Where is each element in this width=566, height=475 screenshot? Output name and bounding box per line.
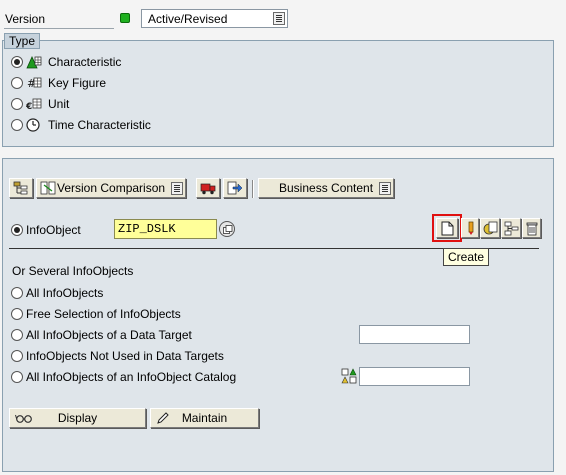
- pencil-icon: [466, 221, 476, 239]
- radio-not-used[interactable]: [11, 350, 23, 362]
- radio-catalog[interactable]: [11, 371, 23, 383]
- hierarchy-button[interactable]: [9, 178, 33, 198]
- radio-free-selection[interactable]: [11, 308, 23, 320]
- type-option-key-figure[interactable]: # Key Figure: [11, 75, 211, 91]
- characteristic-icon: [26, 55, 42, 69]
- svg-text:€: €: [26, 102, 32, 111]
- radio-time-characteristic[interactable]: [11, 119, 23, 131]
- data-target-input[interactable]: [359, 325, 470, 344]
- hierarchy-icon: [13, 181, 29, 198]
- business-content-button[interactable]: Business Content: [258, 178, 394, 198]
- option-label: All InfoObjects of an InfoObject Catalog: [26, 370, 237, 384]
- catalog-input[interactable]: [359, 367, 470, 386]
- copy-icon: [483, 221, 498, 239]
- type-option-unit[interactable]: € Unit: [11, 96, 211, 112]
- copy-button[interactable]: [480, 218, 500, 238]
- version-underline: [4, 28, 114, 29]
- version-comparison-icon: [40, 181, 56, 198]
- display-button-label: Display: [57, 411, 98, 425]
- dropdown-list-icon[interactable]: [171, 182, 183, 195]
- option-all-infoobjects[interactable]: All InfoObjects: [11, 285, 311, 301]
- version-comparison-button[interactable]: Version Comparison: [36, 178, 186, 198]
- version-dropdown[interactable]: Active/Revised: [141, 9, 288, 28]
- where-used-button[interactable]: [501, 218, 521, 238]
- create-button-highlight: [432, 214, 462, 242]
- type-option-label: Unit: [48, 97, 70, 111]
- version-label: Version: [5, 12, 46, 26]
- status-indicator-icon: [120, 13, 130, 23]
- maintain-button-label: Maintain: [181, 411, 228, 425]
- transport-button[interactable]: [196, 178, 220, 198]
- type-option-time-characteristic[interactable]: Time Characteristic: [11, 117, 211, 133]
- toolbar-separator: [252, 180, 254, 198]
- radio-infoobject[interactable]: [11, 224, 23, 236]
- option-label: Free Selection of InfoObjects: [26, 307, 181, 321]
- type-group-title: Type: [4, 33, 41, 49]
- infoobject-input[interactable]: ZIP_DSLK: [114, 219, 217, 239]
- type-option-characteristic[interactable]: Characteristic: [11, 54, 211, 70]
- change-button[interactable]: [461, 218, 479, 238]
- value-help-button[interactable]: [219, 221, 235, 237]
- option-free-selection[interactable]: Free Selection of InfoObjects: [11, 306, 311, 322]
- version-comparison-label: Version Comparison: [57, 181, 166, 195]
- infoobject-label: InfoObject: [26, 223, 81, 237]
- trash-icon: [526, 221, 538, 239]
- radio-all-infoobjects[interactable]: [11, 287, 23, 299]
- catalog-icon: [341, 368, 357, 387]
- option-label: All InfoObjects of a Data Target: [26, 328, 192, 342]
- dropdown-list-icon[interactable]: [273, 12, 285, 25]
- maintain-button[interactable]: Maintain: [150, 408, 259, 428]
- dropdown-list-icon[interactable]: [379, 182, 391, 195]
- option-catalog[interactable]: All InfoObjects of an InfoObject Catalog: [11, 369, 311, 385]
- option-label: InfoObjects Not Used in Data Targets: [26, 349, 224, 363]
- version-dropdown-value: Active/Revised: [148, 12, 228, 26]
- option-not-used[interactable]: InfoObjects Not Used in Data Targets: [11, 348, 311, 364]
- value-help-icon: [223, 224, 233, 238]
- infoobject-option[interactable]: InfoObject: [11, 222, 111, 238]
- truck-icon: [200, 181, 216, 198]
- type-option-label: Characteristic: [48, 55, 122, 69]
- where-used-icon: [504, 221, 519, 239]
- business-content-label: Business Content: [279, 181, 374, 195]
- export-arrow-icon: [227, 181, 243, 198]
- radio-characteristic[interactable]: [11, 56, 23, 68]
- clock-icon: [26, 118, 42, 132]
- key-figure-icon: #: [26, 76, 42, 90]
- delete-button[interactable]: [522, 218, 541, 238]
- option-label: All InfoObjects: [26, 286, 104, 300]
- create-tooltip: Create: [443, 248, 490, 266]
- radio-data-target[interactable]: [11, 329, 23, 341]
- display-button[interactable]: Display: [9, 408, 146, 428]
- radio-unit[interactable]: [11, 98, 23, 110]
- type-option-label: Time Characteristic: [48, 118, 151, 132]
- radio-key-figure[interactable]: [11, 77, 23, 89]
- several-infoobjects-title: Or Several InfoObjects: [12, 264, 134, 278]
- type-option-label: Key Figure: [48, 76, 107, 90]
- option-data-target[interactable]: All InfoObjects of a Data Target: [11, 327, 311, 343]
- infoobject-value: ZIP_DSLK: [118, 222, 176, 236]
- export-button[interactable]: [223, 178, 247, 198]
- unit-icon: €: [25, 97, 42, 112]
